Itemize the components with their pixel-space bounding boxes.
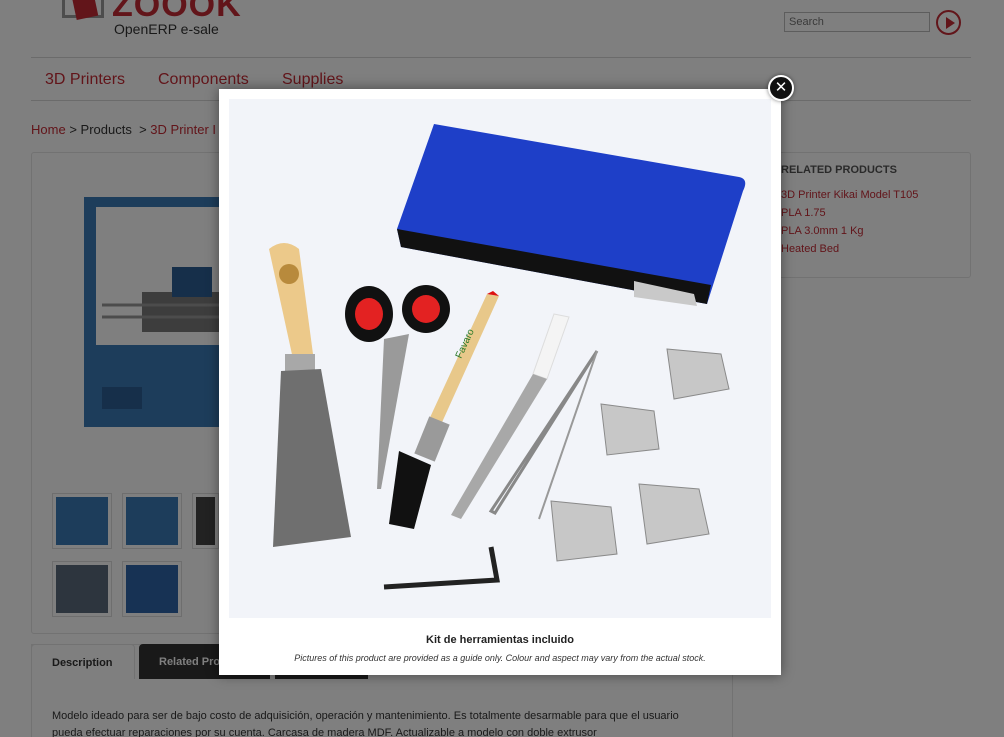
paint-brush-icon: Favaro bbox=[389, 291, 499, 529]
pouch-icon bbox=[397, 124, 746, 306]
close-icon[interactable]: ✕ bbox=[768, 75, 794, 101]
hex-key-icon bbox=[383, 546, 500, 590]
lightbox-photo: Favaro bbox=[229, 99, 771, 618]
tool-kit-illustration: Favaro bbox=[269, 124, 746, 590]
image-lightbox: Favaro Kit de herramientas incluido Pict… bbox=[219, 89, 781, 675]
lightbox-caption-title: Kit de herramientas incluido bbox=[426, 634, 574, 646]
lightbox-caption-note: Pictures of this product are provided as… bbox=[294, 653, 706, 663]
putty-knife-icon bbox=[269, 243, 351, 547]
